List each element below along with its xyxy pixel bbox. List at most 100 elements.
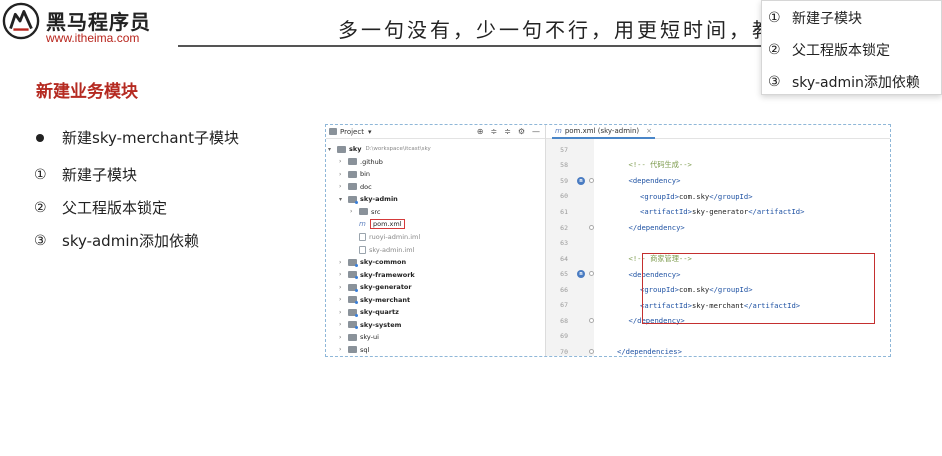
hide-panel-icon[interactable]: —	[532, 127, 540, 136]
chevron-right-icon[interactable]: ›	[339, 271, 348, 278]
gutter-cell	[568, 158, 594, 174]
tree-item-label: sky-merchant	[360, 295, 411, 304]
folder-icon	[348, 183, 357, 191]
tree-item-label: sky-ui	[360, 333, 379, 342]
expand-all-icon[interactable]: ≑	[490, 127, 497, 136]
tree-item[interactable]: › sky-common	[339, 256, 406, 268]
chevron-right-icon[interactable]: ›	[339, 171, 348, 178]
tree-item[interactable]: › bin	[339, 168, 370, 180]
chevron-right-icon[interactable]: ›	[339, 321, 348, 328]
fold-marker-icon[interactable]	[589, 318, 594, 324]
tree-item-label: sky-quartz	[360, 308, 399, 317]
chevron-right-icon[interactable]: ›	[350, 208, 359, 215]
fold-marker-icon[interactable]	[589, 178, 594, 184]
chevron-right-icon[interactable]: ›	[339, 158, 348, 165]
code-text: </dependencies>	[594, 347, 682, 356]
chevron-right-icon[interactable]: ›	[339, 309, 348, 316]
tree-item[interactable]: ▾ sky D:\workspace\itcast\sky	[328, 143, 431, 155]
gutter-cell	[568, 282, 594, 298]
popup-item-label: 父工程版本锁定	[792, 43, 890, 59]
gutter-cell	[568, 251, 594, 267]
bullet-dot-icon	[36, 133, 44, 142]
module-folder-icon	[348, 258, 358, 267]
popup-item-label: sky-admin添加依赖	[792, 75, 920, 91]
chevron-right-icon[interactable]: ›	[339, 334, 348, 341]
tree-item[interactable]: sky-admin.iml	[350, 243, 414, 255]
tree-item[interactable]: ▾ sky-admin	[339, 193, 398, 205]
maven-dependency-icon[interactable]: m	[577, 177, 585, 186]
chevron-right-icon[interactable]: ›	[339, 284, 348, 291]
project-dropdown-icon[interactable]: ▾	[368, 128, 372, 136]
chevron-down-icon[interactable]: ▾	[339, 196, 348, 203]
line-number: 60	[560, 192, 568, 201]
chevron-down-icon[interactable]: ▾	[328, 146, 337, 153]
fold-marker-icon[interactable]	[589, 224, 594, 230]
tree-item[interactable]: › sky-merchant	[339, 294, 410, 306]
brand-logo: 黑马程序员 www.itheima.com	[0, 0, 170, 48]
settings-gear-icon[interactable]: ⚙	[518, 127, 525, 136]
chevron-right-icon[interactable]: ›	[339, 183, 348, 190]
popup-item-1[interactable]: ① 新建子模块	[762, 2, 941, 34]
fold-marker-icon[interactable]	[589, 271, 594, 277]
folder-icon	[348, 170, 357, 178]
collapse-all-icon[interactable]: ≑	[504, 127, 511, 136]
highlight-box	[642, 253, 875, 324]
code-line: 70 </dependencies>	[546, 344, 890, 356]
folder-icon	[337, 145, 346, 153]
step-number: ①	[34, 166, 47, 183]
line-number: 67	[560, 301, 568, 310]
module-folder-icon	[348, 296, 358, 305]
xml-value: sky-generator	[691, 207, 749, 217]
xml-tag: </groupId>	[709, 191, 753, 201]
line-number: 64	[560, 254, 568, 263]
xml-tag: <artifactId>	[640, 207, 692, 217]
tree-item[interactable]: › src	[350, 206, 381, 218]
module-folder-icon	[348, 283, 358, 292]
line-number: 61	[560, 207, 568, 216]
line-number: 57	[560, 145, 568, 154]
tree-item[interactable]: › sky-generator	[339, 281, 412, 293]
tree-item[interactable]: › doc	[339, 181, 372, 193]
project-panel: Project ▾ ⊕ ≑ ≑ ⚙ — ▾ sky D:\workspace\itc…	[326, 125, 546, 356]
line-number: 58	[560, 161, 568, 170]
step-2: ② 父工程版本锁定	[34, 197, 167, 218]
tree-item[interactable]: › sky-framework	[339, 269, 415, 281]
header-slogan: 多一句没有，少一句不行，用更短时间，教会	[338, 18, 798, 42]
locate-icon[interactable]: ⊕	[477, 127, 484, 136]
xml-tag: <dependency>	[628, 176, 681, 186]
module-folder-icon	[348, 195, 358, 204]
gutter-cell	[568, 142, 594, 158]
section-title: 新建业务模块	[36, 82, 138, 102]
fold-marker-icon[interactable]	[589, 349, 594, 355]
project-title[interactable]: Project	[340, 128, 364, 136]
chevron-right-icon[interactable]: ›	[339, 296, 348, 303]
tree-item[interactable]: › sql	[339, 344, 369, 356]
folder-icon	[348, 333, 357, 341]
logo-url: www.itheima.com	[46, 31, 140, 45]
popup-item-2[interactable]: ② 父工程版本锁定	[762, 34, 941, 66]
code-line: 60 <groupId>com.sky</groupId>	[546, 189, 890, 205]
close-icon[interactable]: ×	[646, 127, 652, 135]
project-panel-icon	[329, 128, 337, 135]
module-folder-icon	[348, 308, 358, 317]
tree-item-label: src	[371, 207, 381, 216]
tree-item[interactable]: › sky-system	[339, 319, 401, 331]
step-1: ① 新建子模块	[34, 164, 137, 185]
step-label: 新建子模块	[62, 166, 138, 184]
bullet-main: 新建sky-merchant子模块	[34, 127, 239, 148]
tree-item[interactable]: ruoyi-admin.iml	[350, 231, 420, 243]
tree-item[interactable]: › sky-ui	[339, 331, 379, 343]
line-number: 62	[560, 223, 568, 232]
folder-icon	[348, 158, 357, 166]
xml-tag: </dependency>	[628, 223, 685, 232]
tree-item[interactable]: › sky-quartz	[339, 306, 399, 318]
tree-item[interactable]: m pom.xml	[350, 218, 405, 230]
tree-item[interactable]: › .github	[339, 156, 383, 168]
chevron-right-icon[interactable]: ›	[339, 346, 348, 353]
popup-item-3[interactable]: ③ sky-admin添加依赖	[762, 66, 941, 98]
step-label: sky-admin添加依赖	[62, 232, 199, 250]
maven-dependency-icon[interactable]: m	[577, 270, 585, 279]
tab-pom-xml[interactable]: m pom.xml (sky-admin) ×	[552, 125, 655, 139]
xml-value: com.sky	[678, 191, 710, 201]
chevron-right-icon[interactable]: ›	[339, 259, 348, 266]
